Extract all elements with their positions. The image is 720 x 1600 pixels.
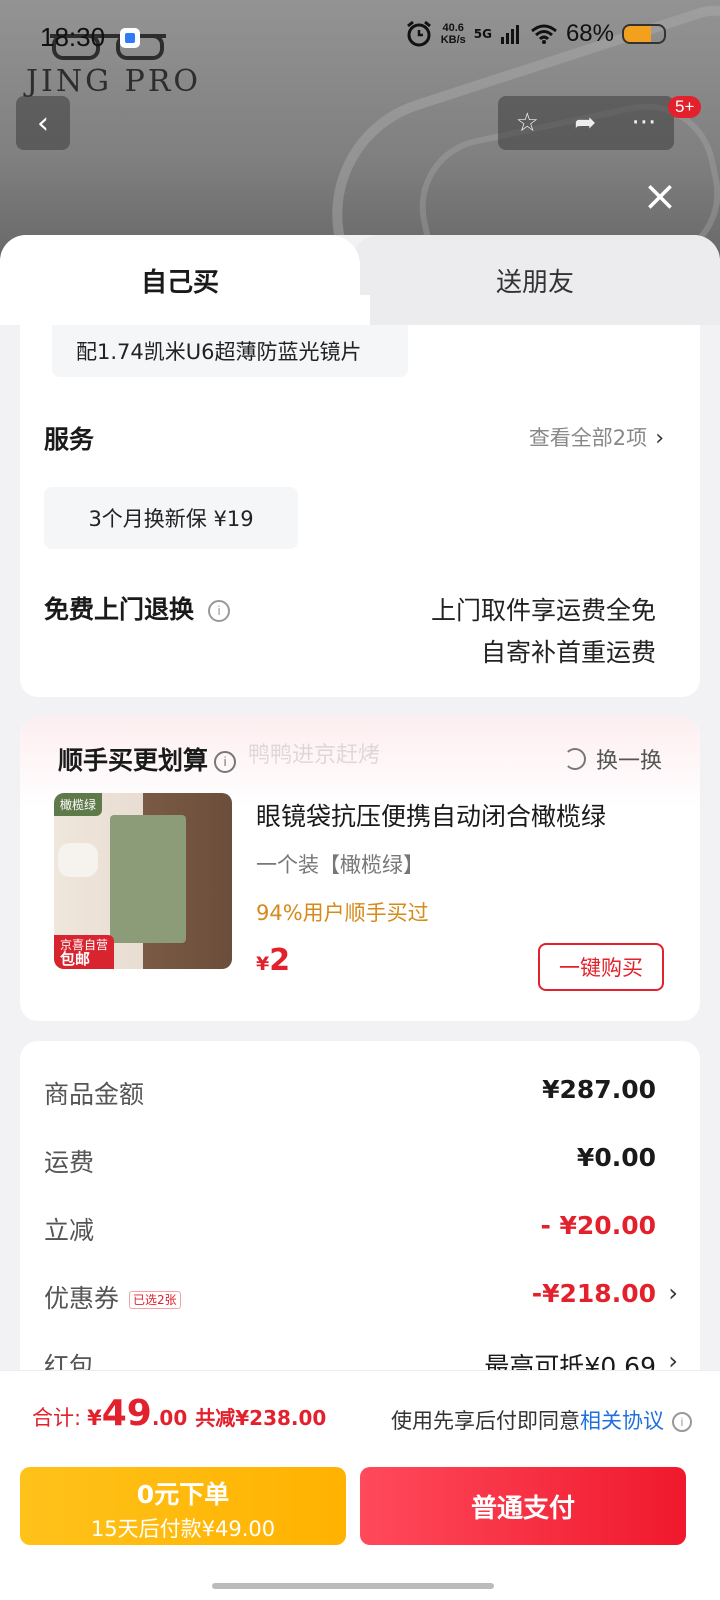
app-notification-icon bbox=[120, 28, 140, 48]
free-return-details: 上门取件享运费全免 自寄补首重运费 bbox=[431, 590, 656, 674]
brand-logo: JING PRO bbox=[26, 64, 201, 99]
free-shipping-tag: 京喜自营 包邮 bbox=[54, 935, 115, 969]
back-button[interactable]: ‹ bbox=[16, 96, 70, 150]
star-icon[interactable]: ☆ bbox=[516, 108, 539, 138]
alarm-icon bbox=[406, 20, 431, 47]
one-click-buy-button[interactable]: 一键购买 bbox=[538, 943, 664, 991]
lens-spec-chip[interactable]: 配1.74凯米U6超薄防蓝光镜片 bbox=[52, 325, 408, 377]
info-icon[interactable]: i bbox=[672, 1412, 692, 1432]
order-options-card: 配1.74凯米U6超薄防蓝光镜片 服务 查看全部2项 › 3个月换新保 ¥19 免… bbox=[20, 325, 700, 697]
swap-button[interactable]: 换一换 bbox=[563, 743, 662, 775]
addon-product-name[interactable]: 眼镜袋抗压便携自动闭合橄榄绿 bbox=[256, 797, 606, 833]
agreement-link[interactable]: 相关协议 bbox=[580, 1409, 664, 1433]
close-icon[interactable]: × bbox=[640, 175, 680, 217]
watermark-text: 鸭鸭进京赶烤 bbox=[248, 743, 381, 768]
pay-later-sublabel: 15天后付款¥49.00 bbox=[90, 1517, 276, 1541]
agreement-text: 使用先享后付即同意相关协议 i bbox=[391, 1405, 692, 1435]
tab-gift-friend[interactable]: 送朋友 bbox=[340, 235, 720, 325]
free-return-line2: 自寄补首重运费 bbox=[480, 638, 656, 667]
notification-badge: 5+ bbox=[668, 96, 702, 118]
total-row: 合计: ¥49.00 共减¥238.00 使用先享后付即同意相关协议 i bbox=[32, 1393, 692, 1443]
info-icon[interactable]: i bbox=[208, 600, 231, 622]
addon-title: 顺手买更划算 i bbox=[58, 741, 237, 777]
pay-later-button[interactable]: 0元下单 15天后付款¥49.00 bbox=[20, 1467, 346, 1545]
info-icon[interactable]: i bbox=[214, 751, 237, 773]
candle-prop bbox=[58, 843, 98, 877]
color-tag: 橄榄绿 bbox=[54, 793, 103, 816]
service-row: 服务 查看全部2项 › bbox=[44, 420, 664, 456]
tab-buy-self[interactable]: 自己买 bbox=[0, 235, 360, 325]
service-option-chip[interactable]: 3个月换新保 ¥19 bbox=[44, 487, 298, 549]
coupon-value: -¥218.00 bbox=[531, 1279, 656, 1308]
status-time: 18:30 bbox=[40, 22, 106, 52]
chevron-right-icon: › bbox=[655, 426, 664, 451]
purchase-tabs: 送朋友 自己买 bbox=[0, 235, 720, 325]
total-currency: ¥ bbox=[87, 1406, 102, 1430]
addon-card: 鸭鸭进京赶烤 顺手买更划算 i 换一换 橄榄绿 京喜自营 包邮 眼镜袋抗压便携自动闭… bbox=[20, 717, 700, 1021]
addon-product-price: ¥2 bbox=[256, 943, 291, 978]
coupon-label: 优惠券 已选2张 bbox=[44, 1279, 181, 1315]
top-action-group: ☆ ➦ ··· bbox=[498, 96, 674, 150]
chevron-right-icon: › bbox=[668, 1279, 678, 1307]
signal-bars-icon bbox=[500, 25, 519, 44]
goods-amount-row: 商品金额 ¥287.00 bbox=[44, 1075, 656, 1115]
instant-discount-label: 立减 bbox=[44, 1216, 95, 1245]
glasses-pouch-image bbox=[110, 815, 186, 943]
addon-product-popularity: 94%用户顺手买过 bbox=[256, 901, 429, 925]
total-amount-int: 49 bbox=[101, 1393, 152, 1434]
shipping-label: 运费 bbox=[44, 1148, 95, 1177]
wifi-icon bbox=[530, 24, 557, 44]
addon-product-spec: 一个装【橄榄绿】 bbox=[256, 853, 424, 877]
service-view-all[interactable]: 查看全部2项 › bbox=[529, 422, 664, 452]
normal-pay-button[interactable]: 普通支付 bbox=[360, 1467, 686, 1545]
net-speed: 40.6 KB/s bbox=[440, 22, 466, 46]
total-label: 合计: bbox=[32, 1406, 82, 1430]
coupon-selected-tag: 已选2张 bbox=[129, 1291, 181, 1309]
shipping-value: ¥0.00 bbox=[576, 1143, 656, 1172]
goods-amount-label: 商品金额 bbox=[44, 1080, 145, 1109]
more-icon[interactable]: ··· bbox=[632, 108, 657, 138]
battery-icon bbox=[622, 24, 666, 44]
total-discount: 共减¥238.00 bbox=[195, 1406, 327, 1430]
battery-percent: 68% bbox=[565, 20, 614, 47]
pay-later-label: 0元下单 bbox=[136, 1480, 230, 1509]
instant-discount-value: - ¥20.00 bbox=[540, 1211, 656, 1240]
signal-label: 5G bbox=[473, 27, 492, 41]
free-return-title: 免费上门退换 i bbox=[44, 590, 231, 626]
home-indicator[interactable] bbox=[212, 1583, 494, 1589]
free-return-line1: 上门取件享运费全免 bbox=[430, 596, 656, 625]
refresh-icon bbox=[563, 748, 586, 770]
goods-amount-value: ¥287.00 bbox=[542, 1075, 656, 1104]
checkout-bottom-bar: 合计: ¥49.00 共减¥238.00 使用先享后付即同意相关协议 i 0元下单 1… bbox=[0, 1370, 720, 1600]
total-amount-dec: .00 bbox=[151, 1406, 188, 1430]
coupon-row[interactable]: 优惠券 已选2张 -¥218.00 › bbox=[44, 1279, 678, 1319]
shipping-row: 运费 ¥0.00 bbox=[44, 1143, 656, 1183]
share-icon[interactable]: ➦ bbox=[574, 108, 596, 138]
addon-product-image[interactable]: 橄榄绿 京喜自营 包邮 bbox=[54, 793, 232, 969]
chevron-left-icon: ‹ bbox=[37, 105, 49, 141]
status-bar: 18:30 40.6 KB/s 5G 68% bbox=[0, 18, 720, 58]
instant-discount-row: 立减 - ¥20.00 bbox=[44, 1211, 656, 1251]
service-title: 服务 bbox=[44, 425, 95, 454]
